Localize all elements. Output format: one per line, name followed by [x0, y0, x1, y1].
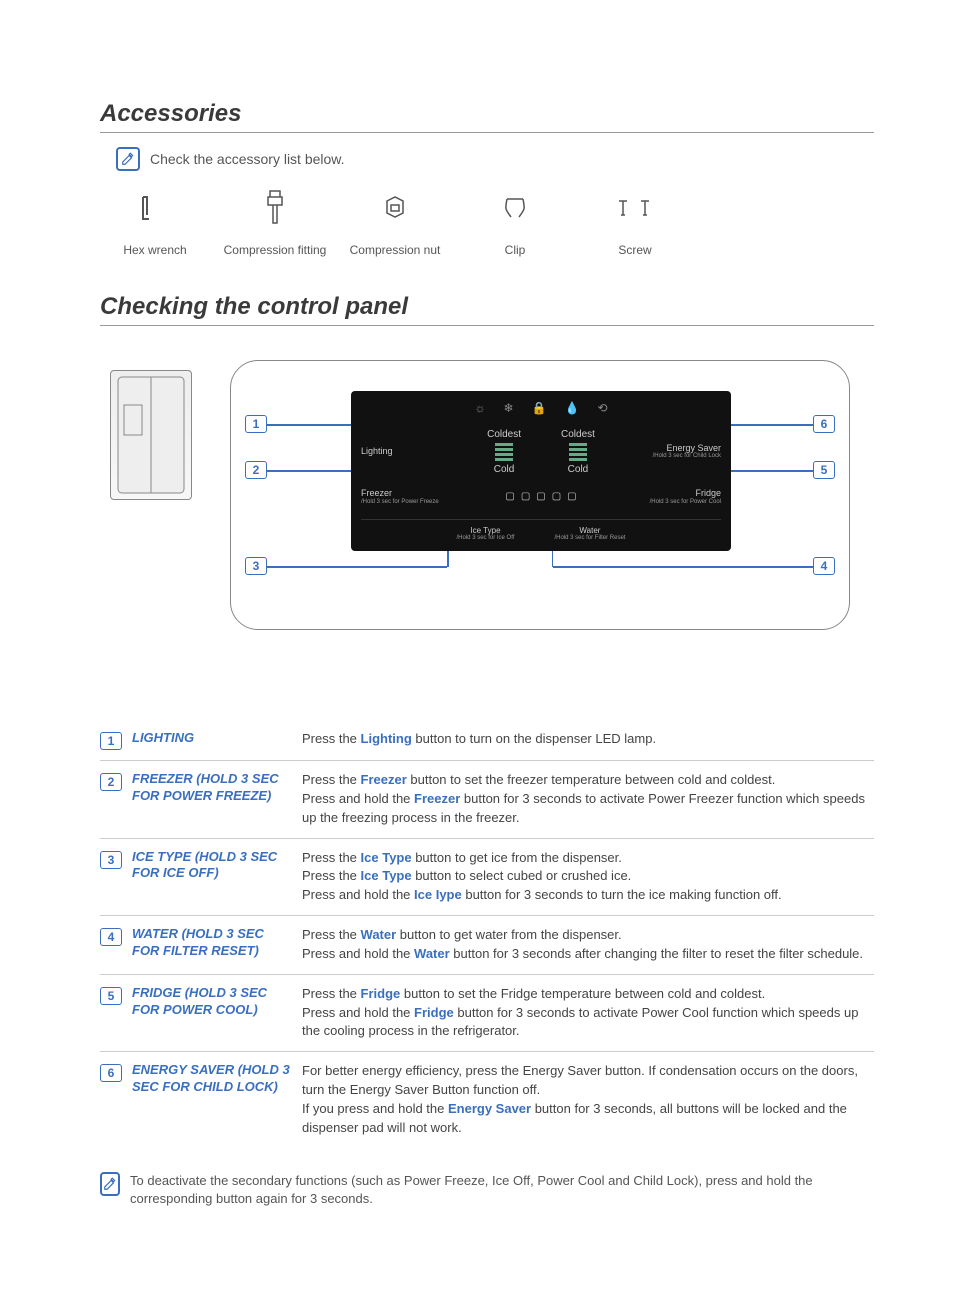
- function-number: 6: [100, 1064, 122, 1082]
- function-row: 4 WATER (HOLD 3 SEC FOR FILTER RESET) Pr…: [100, 916, 874, 975]
- bottom-note: To deactivate the secondary functions (s…: [100, 1172, 874, 1208]
- function-head: ENERGY SAVER (HOLD 3 SEC FOR CHILD LOCK): [132, 1062, 292, 1137]
- panel-water-sub: /Hold 3 sec for Filter Reset: [554, 535, 625, 541]
- accessories-note-row: Check the accessory list below.: [116, 147, 874, 171]
- function-row: 1 LIGHTING Press the Lighting button to …: [100, 720, 874, 761]
- callout-bubble: 1 2 3 6 5 4 ☼ ❄ 🔒: [230, 360, 850, 630]
- panel-ice-type-sub: /Hold 3 sec for Ice Off: [457, 535, 515, 541]
- accessory-label: Compression nut: [340, 243, 450, 257]
- function-body: Press the Water button to get water from…: [302, 926, 874, 964]
- callout-tag-5: 5: [813, 461, 835, 479]
- function-body: Press the Fridge button to set the Fridg…: [302, 985, 874, 1042]
- clip-icon: [460, 181, 570, 233]
- function-head: ICE TYPE (HOLD 3 SEC FOR ICE OFF): [132, 849, 292, 906]
- control-panel-section: Checking the control panel 1 2 3 6 5 4: [100, 293, 874, 1208]
- light-icon: ☼: [474, 401, 485, 415]
- function-table: 1 LIGHTING Press the Lighting button to …: [100, 720, 874, 1148]
- panel-coldest-label: Coldest: [487, 429, 521, 440]
- callout-tag-2: 2: [245, 461, 267, 479]
- function-head: FRIDGE (HOLD 3 SEC FOR POWER COOL): [132, 985, 292, 1042]
- function-body: Press the Ice Type button to get ice fro…: [302, 849, 874, 906]
- panel-cold-label: Cold: [561, 464, 595, 475]
- refrigerator-illustration: [110, 370, 192, 500]
- accessories-list: Hex wrench Compression fitting Compressi…: [100, 181, 874, 257]
- snowflake-icon: ❄: [503, 401, 513, 415]
- panel-fridge-label: Fridge: [631, 489, 721, 499]
- panel-water-label: Water: [554, 526, 625, 535]
- function-row: 6 ENERGY SAVER (HOLD 3 SEC FOR CHILD LOC…: [100, 1052, 874, 1147]
- fridge-level-bars: [561, 442, 595, 462]
- screw-icon: [580, 181, 690, 233]
- manual-page: Accessories Check the accessory list bel…: [0, 0, 954, 1268]
- accessory-item: Hex wrench: [100, 181, 210, 257]
- function-row: 2 FREEZER (HOLD 3 SEC FOR POWER FREEZE) …: [100, 761, 874, 839]
- drop-icon: 💧: [565, 401, 580, 415]
- freezer-level-bars: [487, 442, 521, 462]
- function-head: LIGHTING: [132, 730, 292, 750]
- hex-wrench-icon: [100, 181, 210, 233]
- filter-icon: ⟲: [597, 401, 607, 415]
- function-body: For better energy efficiency, press the …: [302, 1062, 874, 1137]
- accessory-item: Clip: [460, 181, 570, 257]
- function-body: Press the Lighting button to turn on the…: [302, 730, 874, 750]
- panel-mode-icons: ▢▢▢▢▢: [451, 491, 631, 502]
- control-panel-diagram: 1 2 3 6 5 4 ☼ ❄ 🔒: [100, 370, 874, 650]
- panel-freezer-label: Freezer: [361, 489, 451, 499]
- callout-tag-1: 1: [245, 415, 267, 433]
- function-body: Press the Freezer button to set the free…: [302, 771, 874, 828]
- function-number: 5: [100, 987, 122, 1005]
- panel-energy-saver-label: Energy Saver: [631, 444, 721, 454]
- bottom-note-text: To deactivate the secondary functions (s…: [130, 1172, 874, 1208]
- function-row: 3 ICE TYPE (HOLD 3 SEC FOR ICE OFF) Pres…: [100, 839, 874, 917]
- accessory-item: Compression nut: [340, 181, 450, 257]
- function-head: WATER (HOLD 3 SEC FOR FILTER RESET): [132, 926, 292, 964]
- accessory-label: Clip: [460, 243, 570, 257]
- panel-ice-type-label: Ice Type: [457, 526, 515, 535]
- accessory-label: Compression fitting: [220, 243, 330, 257]
- function-row: 5 FRIDGE (HOLD 3 SEC FOR POWER COOL) Pre…: [100, 975, 874, 1053]
- pencil-note-icon: [100, 1172, 120, 1196]
- pencil-note-icon: [116, 147, 140, 171]
- accessories-heading: Accessories: [100, 100, 874, 133]
- accessory-item: Screw: [580, 181, 690, 257]
- accessories-note-text: Check the accessory list below.: [150, 151, 345, 167]
- function-number: 4: [100, 928, 122, 946]
- panel-lighting-label: Lighting: [361, 447, 451, 457]
- callout-tag-6: 6: [813, 415, 835, 433]
- accessory-item: Compression fitting: [220, 181, 330, 257]
- function-number: 3: [100, 851, 122, 869]
- panel-coldest-label: Coldest: [561, 429, 595, 440]
- compression-fitting-icon: [220, 181, 330, 233]
- panel-energy-saver-sub: /Hold 3 sec for Child Lock: [631, 453, 721, 460]
- function-head: FREEZER (HOLD 3 SEC FOR POWER FREEZE): [132, 771, 292, 828]
- function-number: 2: [100, 773, 122, 791]
- panel-cold-label: Cold: [487, 464, 521, 475]
- control-panel-heading: Checking the control panel: [100, 293, 874, 326]
- lock-icon: 🔒: [532, 401, 547, 415]
- callout-tag-3: 3: [245, 557, 267, 575]
- accessory-label: Screw: [580, 243, 690, 257]
- callout-tag-4: 4: [813, 557, 835, 575]
- accessory-label: Hex wrench: [100, 243, 210, 257]
- panel-fridge-sub: /Hold 3 sec for Power Cool: [631, 499, 721, 506]
- function-number: 1: [100, 732, 122, 750]
- panel-freezer-sub: /Hold 3 sec for Power Freeze: [361, 499, 451, 506]
- compression-nut-icon: [340, 181, 450, 233]
- control-panel-display: ☼ ❄ 🔒 💧 ⟲ Lighting Coldest: [351, 391, 731, 551]
